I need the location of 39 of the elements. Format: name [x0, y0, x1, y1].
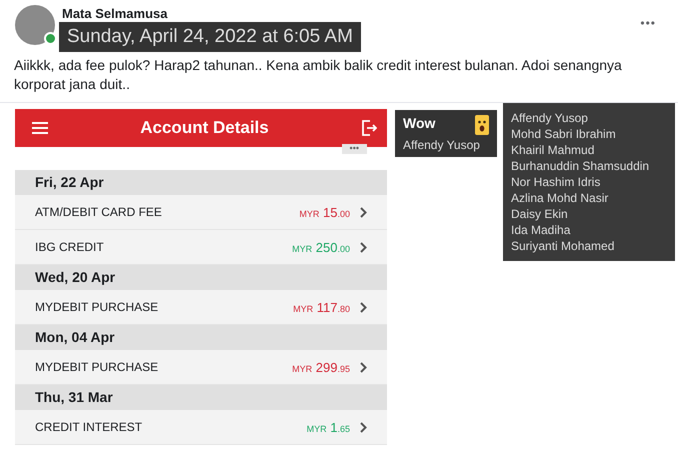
reactor-name: Affendy Yusop	[403, 138, 481, 152]
menu-icon	[32, 122, 48, 134]
reactor-name: Affendy Yusop	[511, 110, 589, 126]
more-options-button[interactable]: •••	[640, 16, 656, 30]
reactor-name: Nor Hashim Idris	[511, 174, 602, 190]
chevron-icon	[360, 362, 367, 372]
avatar-photo[interactable]	[15, 5, 55, 45]
transaction-description: MYDEBIT PURCHASE	[35, 300, 160, 314]
reactor-name: Azlina Mohd Nasir	[511, 190, 610, 206]
transaction-description: IBG CREDIT	[35, 240, 105, 254]
reaction-label: Wow	[403, 115, 436, 133]
timestamp-tooltip: Sunday, April 24, 2022 at 6:05 AM	[59, 22, 361, 52]
transaction-description: CREDIT INTEREST	[35, 420, 144, 434]
post-text: Aiikkk, ada fee pulok? Harap2 tahunan.. Kena ambik balik credit interest bulanan. Adoi senangnya korporat jana duit..	[14, 56, 623, 94]
reactor-name: Burhanuddin Shamsuddin	[511, 158, 650, 174]
date-header: Mon, 04 Apr	[15, 325, 387, 350]
logout-icon	[361, 120, 377, 136]
author-name[interactable]: Mata Selmamusa	[62, 6, 168, 21]
chevron-icon	[360, 206, 367, 218]
transaction-amount: MYR 15.00	[299, 204, 350, 220]
wow-emoji-icon	[475, 115, 489, 135]
reactor-name: Khairil Mahmud	[511, 142, 596, 158]
chevron-icon	[360, 302, 367, 312]
transaction-amount: MYR 299.95	[292, 360, 350, 374]
transaction-description: MYDEBIT PURCHASE	[35, 360, 160, 374]
chevron-icon	[360, 422, 367, 432]
reactor-name: Mohd Sabri Ibrahim	[511, 126, 617, 142]
reactor-name: Ida Madiha	[511, 222, 572, 238]
reactor-name: Daisy Ekin	[511, 206, 569, 222]
transaction-amount: MYR 1.65	[306, 420, 350, 434]
app-title: Account Details	[139, 118, 270, 138]
chevron-icon	[360, 242, 367, 252]
date-header: Fri, 22 Apr	[15, 170, 387, 195]
transaction-amount: MYR 117.80	[293, 300, 350, 314]
transaction-amount: MYR 250.00	[292, 240, 350, 254]
date-header: Thu, 31 Mar	[15, 385, 387, 410]
transaction-description: ATM/DEBIT CARD FEE	[35, 205, 163, 219]
reactor-name: Suriyanti Mohamed	[511, 238, 616, 254]
date-header: Wed, 20 Apr	[15, 265, 387, 290]
